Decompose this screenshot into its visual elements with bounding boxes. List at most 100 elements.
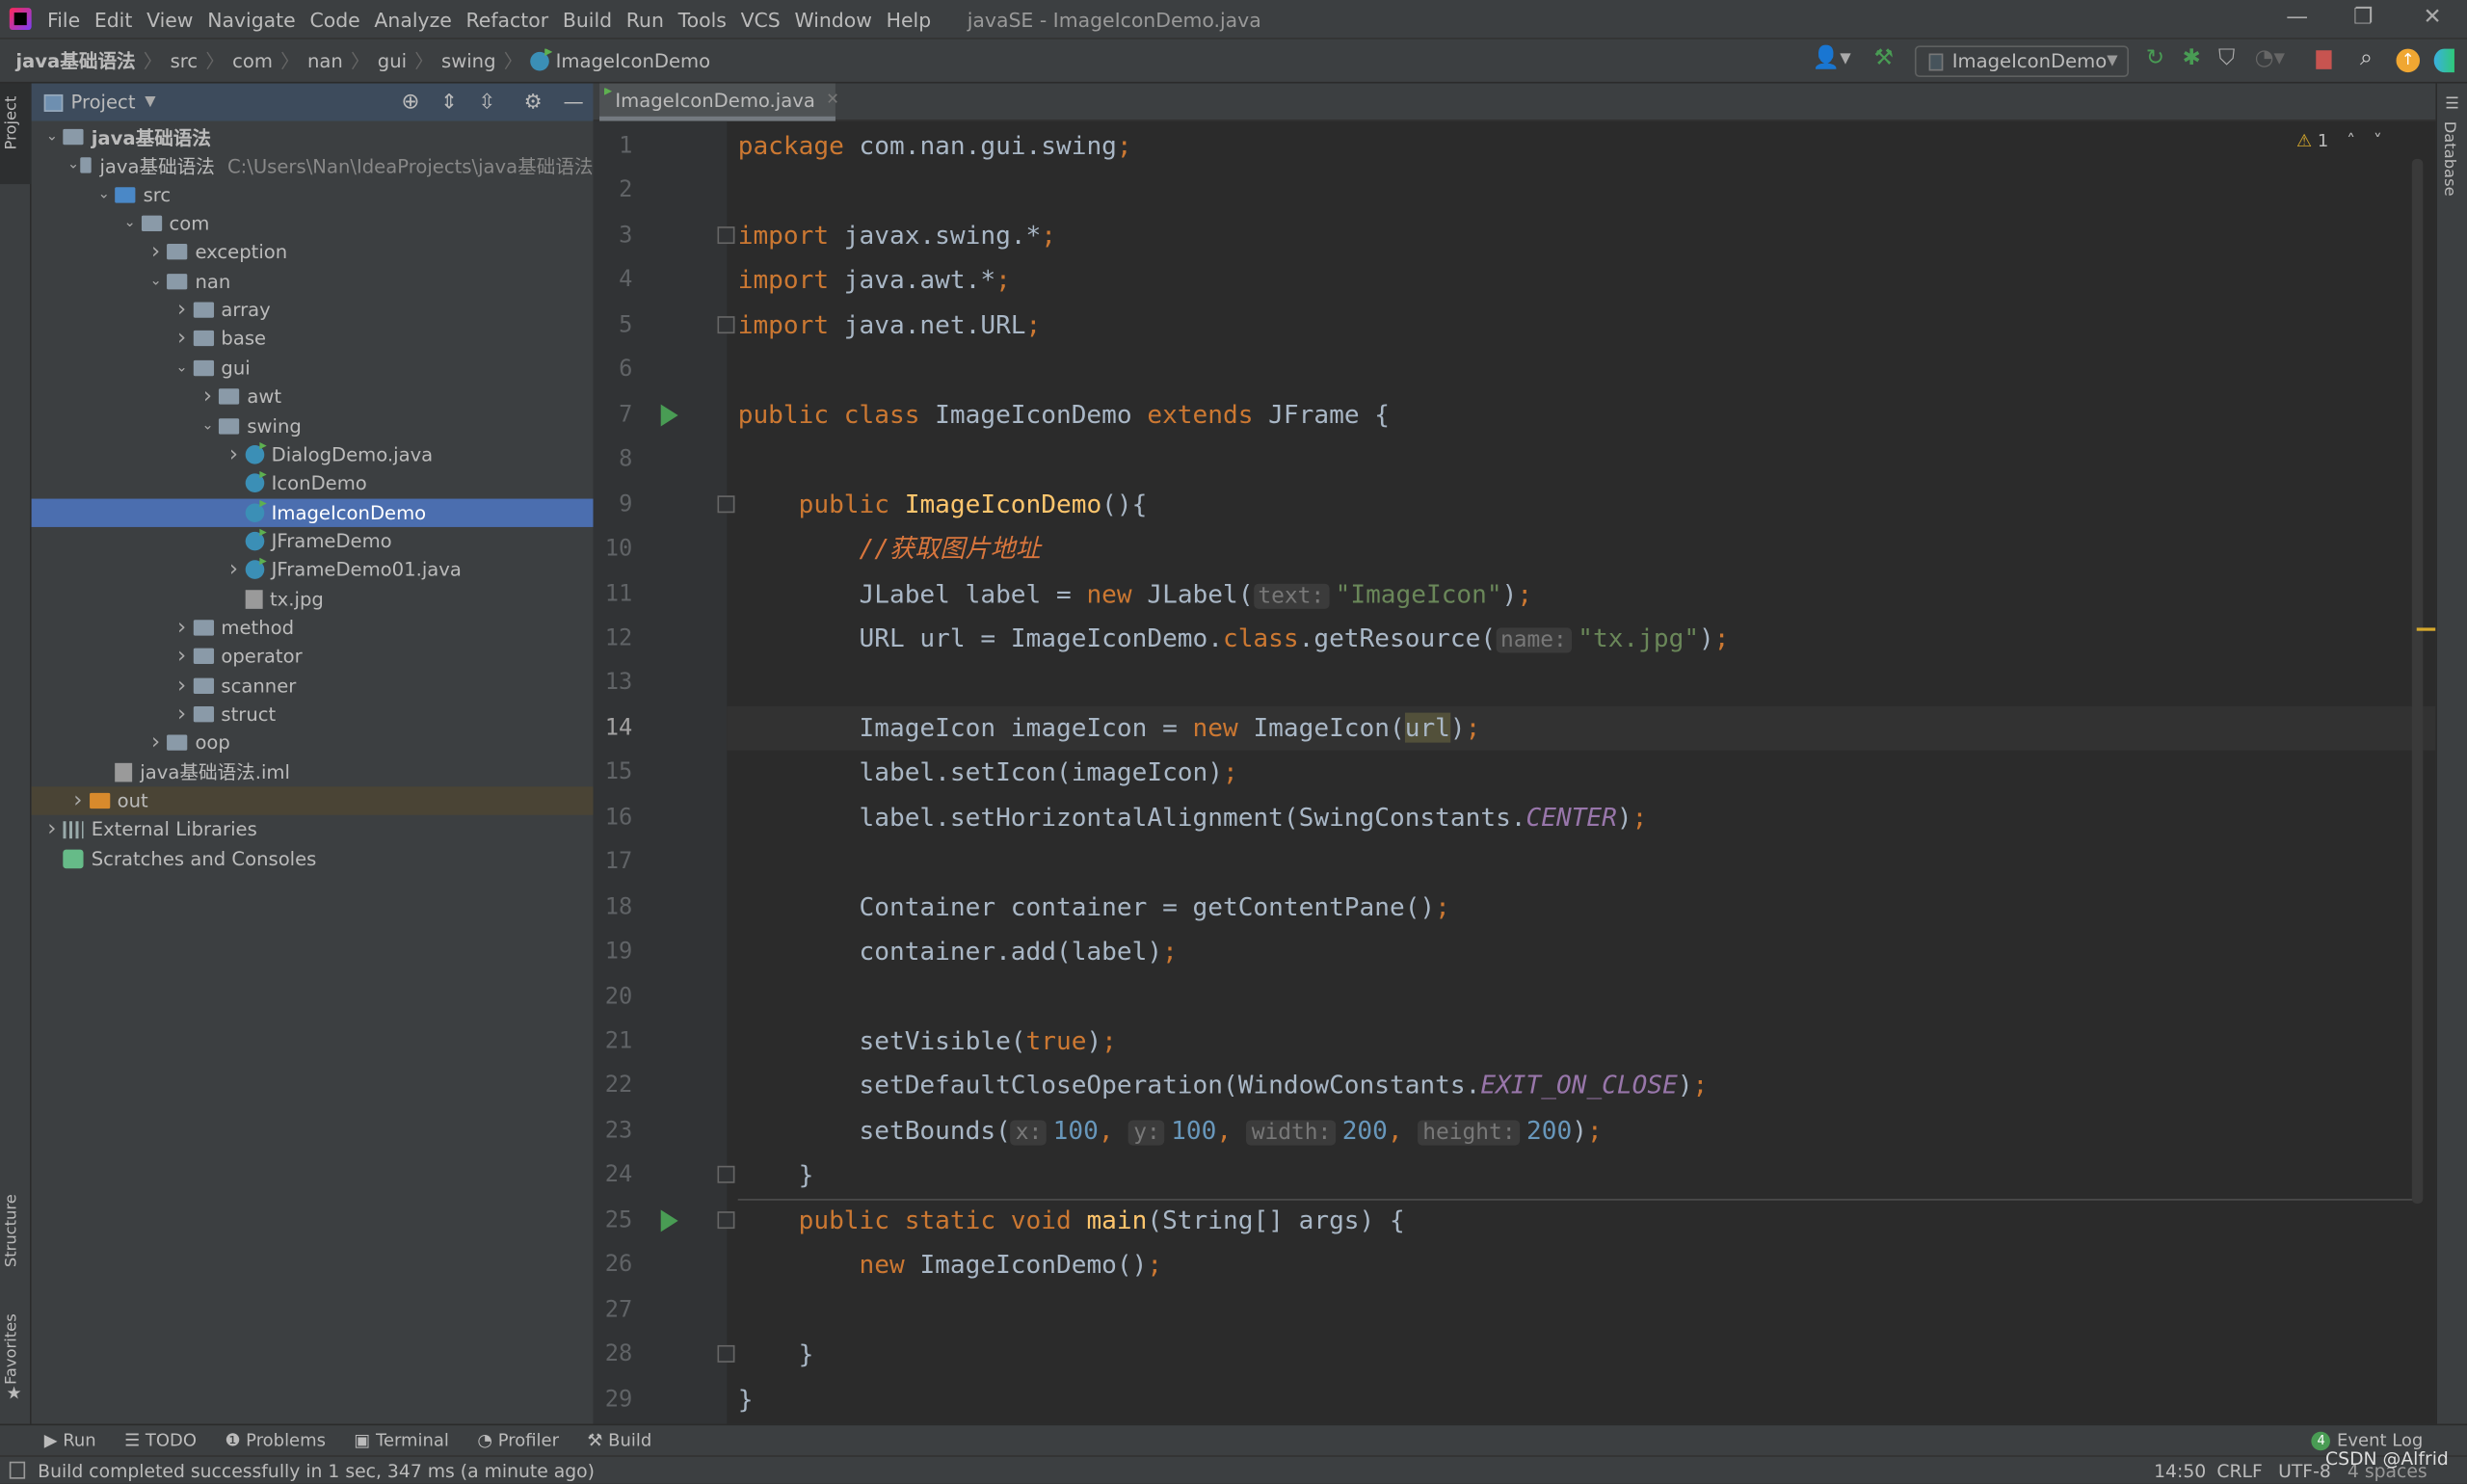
chevron-down-icon[interactable]: ⌄ xyxy=(171,360,193,376)
tree-item[interactable]: › method xyxy=(32,614,594,642)
stop-icon[interactable] xyxy=(2316,50,2332,69)
tree-item[interactable]: java基础语法.iml xyxy=(32,757,594,785)
tree-item[interactable]: ⌄ java基础语法 C:\Users\Nan\IdeaProjects\java基… xyxy=(32,151,594,179)
editor-tab[interactable]: ImageIconDemo.java ✕ xyxy=(599,83,839,121)
favorites-tab[interactable]: Favorites xyxy=(3,1313,20,1385)
breadcrumb-item[interactable]: gui xyxy=(378,49,407,71)
project-view-select[interactable]: Project xyxy=(70,92,135,114)
chevron-right-icon[interactable]: › xyxy=(171,327,193,352)
tree-item[interactable]: JFrameDemo xyxy=(32,527,594,555)
tree-item[interactable]: ⌄ gui xyxy=(32,354,594,382)
minimize-icon[interactable]: — xyxy=(2266,5,2328,30)
chevron-down-icon[interactable]: ⌄ xyxy=(66,158,79,173)
tree-item[interactable]: › base xyxy=(32,325,594,353)
fold-marker-icon[interactable] xyxy=(717,494,735,513)
breadcrumb-item[interactable]: ImageIconDemo xyxy=(556,49,711,71)
tree-item[interactable]: › awt xyxy=(32,383,594,411)
chevron-right-icon[interactable]: › xyxy=(171,298,193,323)
vcs-user-icon[interactable]: 👤▾ xyxy=(1813,45,1851,70)
tree-item[interactable]: ⌄ nan xyxy=(32,267,594,295)
menu-vcs[interactable]: VCS xyxy=(741,7,781,30)
breadcrumb-item[interactable]: com xyxy=(232,49,273,71)
tree-item[interactable]: ⌄ swing xyxy=(32,411,594,439)
rerun-icon[interactable]: ↻ xyxy=(2146,45,2164,70)
tool-problems[interactable]: ❶ Problems xyxy=(225,1430,326,1450)
tree-item[interactable]: › operator xyxy=(32,643,594,671)
chevron-right-icon[interactable]: › xyxy=(145,730,167,755)
chevron-right-icon[interactable]: › xyxy=(223,442,245,467)
tree-item[interactable]: ⌄ java基础语法 xyxy=(32,122,594,150)
chevron-down-icon[interactable]: ⌄ xyxy=(197,417,219,433)
run-gutter-icon[interactable] xyxy=(660,1209,678,1232)
file-encoding[interactable]: UTF-8 xyxy=(2278,1459,2331,1481)
chevron-down-icon[interactable]: ⌄ xyxy=(145,274,167,289)
previous-highlight-icon[interactable]: ˄ xyxy=(2347,131,2355,151)
database-tab[interactable]: Database xyxy=(2440,121,2457,197)
run-configuration-select[interactable]: ImageIconDemo ▼ xyxy=(1914,45,2129,77)
tree-item[interactable]: › oop xyxy=(32,729,594,756)
tree-item[interactable]: ⌄ src xyxy=(32,180,594,208)
collapse-all-icon[interactable]: ⇳ xyxy=(478,91,495,114)
chevron-right-icon[interactable]: › xyxy=(171,615,193,640)
chevron-right-icon[interactable]: › xyxy=(40,817,63,842)
tree-item[interactable]: IconDemo xyxy=(32,469,594,497)
tree-item[interactable]: › External Libraries xyxy=(32,815,594,843)
tree-item[interactable]: › DialogDemo.java xyxy=(32,440,594,468)
tree-item[interactable]: › exception xyxy=(32,238,594,266)
close-icon[interactable]: ✕ xyxy=(2401,5,2463,30)
breadcrumb-item[interactable]: src xyxy=(171,49,199,71)
menu-refactor[interactable]: Refactor xyxy=(466,7,549,30)
gear-icon[interactable]: ⚙ xyxy=(524,91,543,114)
tool-todo[interactable]: ☰ TODO xyxy=(124,1430,197,1450)
menu-edit[interactable]: Edit xyxy=(94,7,133,30)
fold-marker-icon[interactable] xyxy=(717,225,735,244)
tool-run[interactable]: ▶ Run xyxy=(44,1430,96,1450)
vertical-scrollbar[interactable] xyxy=(2411,158,2424,1204)
update-icon[interactable]: ↑ xyxy=(2396,48,2421,73)
menu-window[interactable]: Window xyxy=(794,7,871,30)
menu-view[interactable]: View xyxy=(146,7,193,30)
tool-profiler[interactable]: ◔ Profiler xyxy=(477,1430,559,1450)
chevron-right-icon[interactable]: › xyxy=(171,673,193,698)
expand-all-icon[interactable]: ⇕ xyxy=(440,91,458,114)
menu-code[interactable]: Code xyxy=(309,7,359,30)
tree-item[interactable]: › scanner xyxy=(32,672,594,700)
tool-terminal[interactable]: ▣ Terminal xyxy=(354,1430,449,1450)
debug-bug-icon[interactable]: ✱ xyxy=(2182,45,2200,70)
fold-marker-icon[interactable] xyxy=(717,1210,735,1229)
breadcrumb-item[interactable]: swing xyxy=(441,49,496,71)
locate-icon[interactable]: ⊕ xyxy=(401,90,419,115)
chevron-right-icon[interactable]: › xyxy=(197,384,219,410)
warning-stripe-marker[interactable] xyxy=(2416,627,2436,631)
tool-build[interactable]: ⚒ Build xyxy=(587,1430,651,1450)
menu-file[interactable]: File xyxy=(47,7,80,30)
toolbox-icon[interactable] xyxy=(2433,48,2454,73)
breadcrumb-item[interactable]: nan xyxy=(307,49,343,71)
chevron-right-icon[interactable]: › xyxy=(223,557,245,582)
coverage-icon[interactable]: ⛉ xyxy=(2218,45,2235,70)
search-icon[interactable]: ⌕ xyxy=(2360,45,2373,70)
tree-item[interactable]: › array xyxy=(32,296,594,324)
code-editor[interactable]: 1 2 3 4 5 6 7 8 9 10 11 12 13 14 15 16 17 18 19 20 21 22 23 24 2… xyxy=(593,120,2436,1424)
run-gutter-icon[interactable] xyxy=(660,404,678,426)
tree-item[interactable]: ImageIconDemo xyxy=(31,497,594,527)
structure-tab[interactable]: Structure xyxy=(3,1194,20,1267)
tree-item[interactable]: tx.jpg xyxy=(32,585,594,613)
inspection-widget[interactable]: ⚠ 1 ˄ ˅ xyxy=(2296,131,2382,151)
menu-tools[interactable]: Tools xyxy=(678,7,727,30)
fold-marker-icon[interactable] xyxy=(717,315,735,333)
close-tab-icon[interactable]: ✕ xyxy=(826,92,839,109)
restore-icon[interactable]: ❐ xyxy=(2332,5,2395,30)
menu-build[interactable]: Build xyxy=(563,7,612,30)
menu-navigate[interactable]: Navigate xyxy=(207,7,296,30)
chevron-down-icon[interactable]: ⌄ xyxy=(40,129,63,145)
tree-item[interactable]: Scratches and Consoles xyxy=(32,844,594,872)
fold-marker-icon[interactable] xyxy=(717,1345,735,1364)
tree-item[interactable]: › out xyxy=(31,786,594,815)
chevron-right-icon[interactable]: › xyxy=(171,644,193,669)
toggle-tool-windows-icon[interactable] xyxy=(9,1461,26,1479)
tree-item[interactable]: › JFrameDemo01.java xyxy=(32,556,594,584)
chevron-right-icon[interactable]: › xyxy=(171,702,193,727)
chevron-down-icon[interactable]: ▼ xyxy=(145,94,155,110)
profiler-icon[interactable]: ◔▾ xyxy=(2255,45,2285,70)
